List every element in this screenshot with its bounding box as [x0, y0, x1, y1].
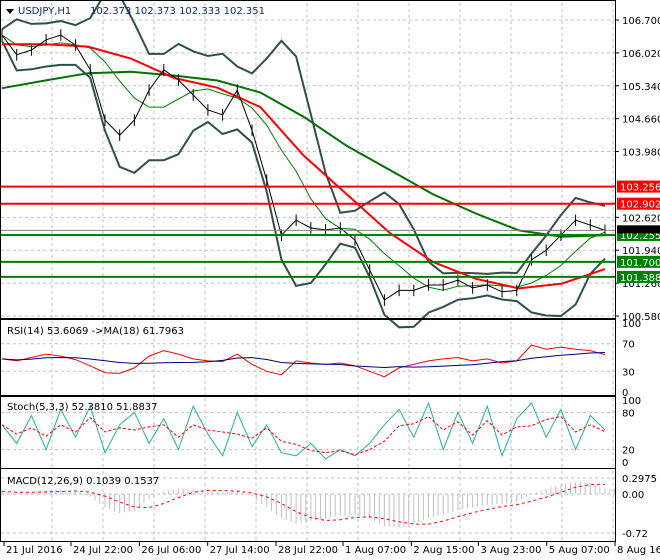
macd-tick-label: 0.00 — [622, 490, 644, 501]
price-tick-label: 106.700 — [622, 16, 660, 27]
trading-chart-window: 21 Jul 2016 24 Jul 22:00 26 Jul 06:00 27 Ju… — [0, 0, 660, 560]
x-tick-label: 5 Aug 07:00 — [549, 545, 610, 556]
panel-frames — [0, 0, 616, 542]
rsi-tick-label: 30 — [622, 367, 635, 378]
current-price-bg — [617, 225, 660, 234]
chart-canvas[interactable]: 21 Jul 2016 24 Jul 22:00 26 Jul 06:00 27 Ju… — [0, 0, 660, 560]
macd-title: MACD(12,26,9) 0.1039 0.1537 — [7, 476, 159, 487]
symbol-label: USDJPY,H1 — [18, 6, 71, 17]
ohlc-label: 102.373 102.373 102.333 102.351 — [90, 6, 265, 17]
level-label: 102.902 — [620, 200, 660, 211]
x-tick-label: 27 Jul 14:00 — [210, 545, 270, 556]
rsi-panel[interactable] — [1, 344, 606, 378]
bollinger-upper — [1, 0, 606, 275]
stoch-tick-label: 80 — [622, 408, 635, 419]
grid — [1, 3, 615, 540]
macd-tick-label: -0.72 — [622, 529, 648, 540]
macd-panel[interactable] — [1, 482, 616, 528]
level-label: 101.700 — [620, 258, 660, 269]
x-tick-label: 8 Aug 16:00 — [617, 545, 660, 556]
x-tick-label: 21 Jul 2016 — [6, 545, 63, 556]
price-tick-label: 106.020 — [622, 49, 660, 60]
ma-red-line — [2, 43, 606, 290]
price-line — [1, 34, 606, 301]
level-label: 101.388 — [620, 273, 660, 284]
stoch-title: Stoch(5,3,3) 52.3810 51.8837 — [7, 402, 158, 413]
price-panel[interactable] — [1, 0, 615, 329]
stoch-tick-label: 100 — [622, 396, 641, 407]
price-tick-label: 104.660 — [622, 115, 660, 126]
x-tick-label: 24 Jul 22:00 — [73, 545, 133, 556]
stoch-tick-label: 20 — [622, 446, 635, 457]
x-tick-label: 2 Aug 15:00 — [413, 545, 474, 556]
macd-signal-line — [1, 484, 605, 525]
rsi-title: RSI(14) 53.6069 ->MA(18) 61.7963 — [7, 326, 184, 337]
price-tick-label: 101.940 — [622, 246, 660, 257]
x-tick-label: 3 Aug 23:00 — [480, 545, 541, 556]
price-tick-label: 105.340 — [622, 82, 660, 93]
rsi-tick-label: 70 — [622, 340, 635, 351]
x-tick-label: 28 Jul 22:00 — [278, 545, 338, 556]
stoch-tick-label: 0 — [622, 458, 628, 469]
rsi-tick-label: 100 — [622, 319, 641, 330]
price-tick-label: 102.620 — [622, 213, 660, 224]
x-tick-label: 1 Aug 07:00 — [345, 545, 406, 556]
x-tick-label: 26 Jul 06:00 — [141, 545, 201, 556]
dropdown-triangle-icon[interactable] — [6, 9, 14, 14]
price-tick-label: 103.980 — [622, 148, 660, 159]
macd-tick-label: 0.2975 — [622, 474, 657, 485]
rsi-ma-line — [1, 352, 606, 369]
level-label: 103.256 — [620, 183, 660, 194]
